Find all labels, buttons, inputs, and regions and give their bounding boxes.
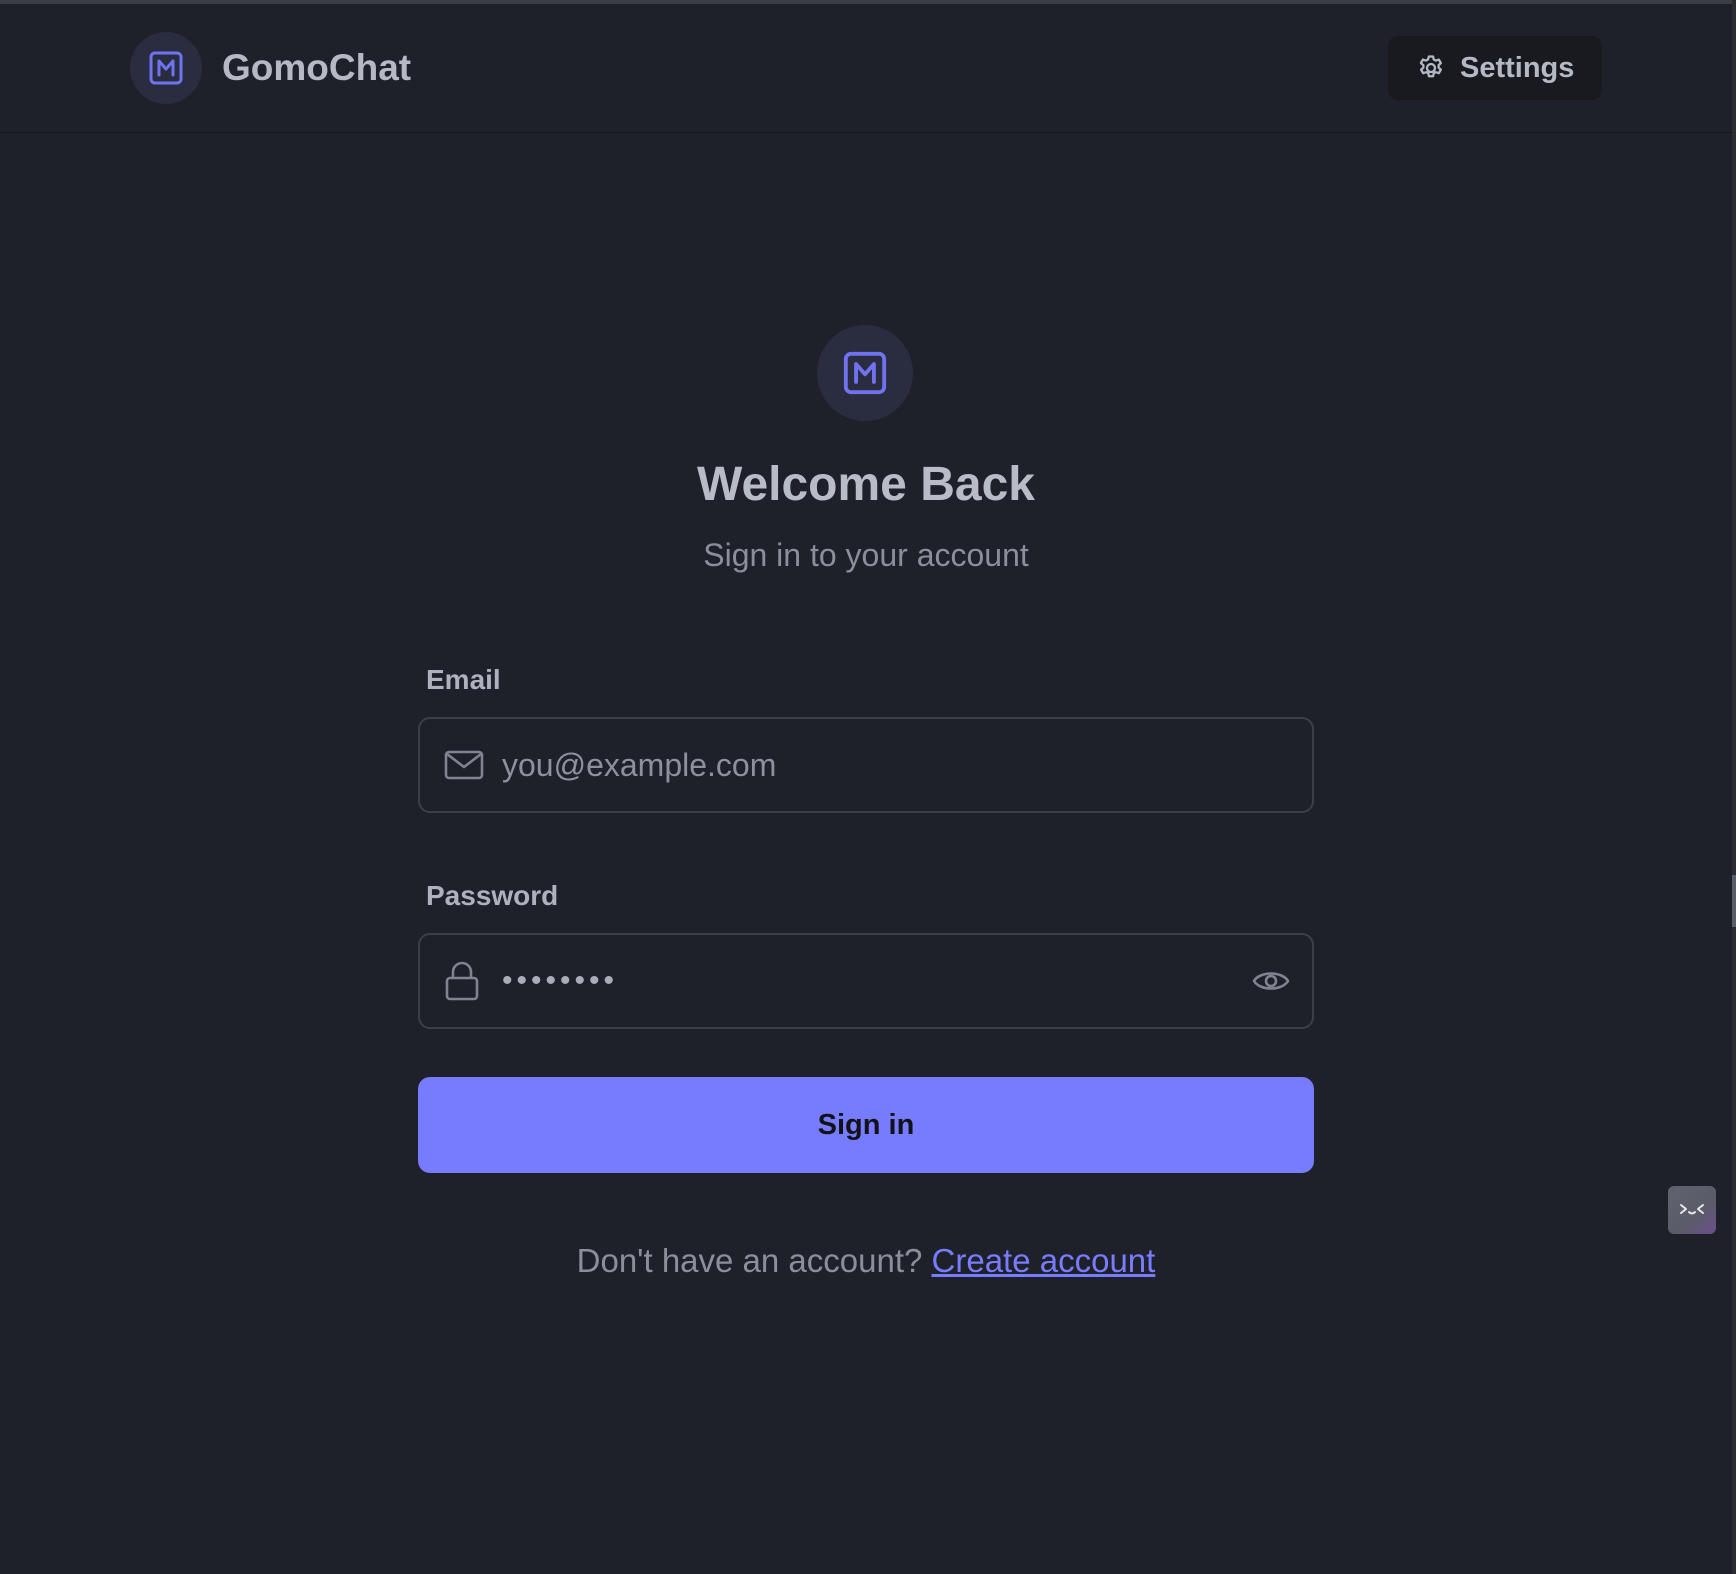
password-input[interactable]: •••••••• [502, 966, 618, 996]
app-name: GomoChat [222, 47, 412, 88]
sign-in-button[interactable]: Sign in [418, 1077, 1314, 1173]
lock-icon [445, 961, 479, 1001]
email-label: Email [426, 664, 501, 695]
scrollbar-track[interactable] [1732, 0, 1736, 1574]
mail-icon [444, 750, 484, 780]
signup-prompt: Don't have an account? Create account [0, 1242, 1732, 1280]
app-header: GomoChat Settings [0, 4, 1736, 133]
gear-icon [1419, 55, 1442, 78]
email-input[interactable] [500, 745, 1180, 785]
m-square-icon [843, 351, 887, 395]
password-field[interactable]: •••••••• [418, 933, 1314, 1029]
password-label: Password [426, 880, 559, 911]
create-account-link[interactable]: Create account [932, 1242, 1156, 1279]
scrollbar-thumb[interactable] [1732, 875, 1736, 927]
m-square-icon [149, 51, 183, 85]
brand-logo [130, 32, 202, 104]
show-password-toggle[interactable] [1252, 963, 1290, 1004]
signup-prompt-text: Don't have an account? [576, 1242, 923, 1279]
hero-logo [817, 325, 913, 421]
settings-label: Settings [1460, 51, 1575, 84]
email-field[interactable] [418, 717, 1314, 813]
page-subtitle: Sign in to your account [703, 537, 1029, 573]
page-title: Welcome Back [697, 458, 1035, 511]
devtools-widget[interactable] [1668, 1186, 1716, 1234]
settings-button[interactable]: Settings [1388, 36, 1602, 100]
eye-icon [1252, 972, 1290, 990]
brand[interactable]: GomoChat [130, 32, 411, 104]
terminal-face-icon [1680, 1204, 1704, 1215]
